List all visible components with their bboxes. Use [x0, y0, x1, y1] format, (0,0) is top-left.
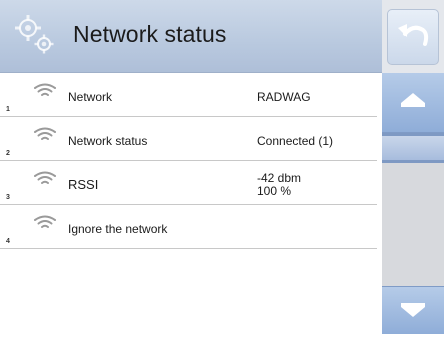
page-title: Network status: [73, 21, 227, 47]
scroll-down-icon: [382, 303, 444, 339]
list-item-rssi[interactable]: 3 RSSI -42 dbm 100 %: [0, 161, 377, 205]
row-value: -42 dbm 100 %: [257, 172, 301, 198]
list-item-ignore-network[interactable]: 4 Ignore the network: [0, 205, 377, 249]
undo-button[interactable]: [387, 9, 439, 65]
rssi-dbm-value: -42 dbm: [257, 171, 302, 185]
list-item-network-status[interactable]: 2 Network status Connected (1): [0, 117, 377, 161]
scroll-up-button[interactable]: [382, 73, 444, 133]
header-bar: Network status: [0, 0, 382, 73]
status-list: 1 Network RADWAG 2 Network status Connec…: [0, 73, 382, 249]
row-label: RSSI: [68, 177, 99, 192]
right-panel: [382, 0, 444, 334]
gear-icon: [10, 10, 62, 62]
row-label: Ignore the network: [68, 222, 168, 236]
list-item-network[interactable]: 1 Network RADWAG: [0, 73, 377, 117]
scroll-track[interactable]: [382, 163, 444, 286]
row-index: 4: [6, 238, 10, 245]
wifi-icon: [32, 82, 58, 100]
row-index: 3: [6, 194, 10, 201]
wifi-icon: [32, 126, 58, 144]
row-value: Connected (1): [257, 134, 334, 148]
wifi-icon: [32, 214, 58, 232]
scroll-down-button[interactable]: [382, 286, 444, 334]
row-index: 1: [6, 106, 10, 113]
rssi-percent-value: 100 %: [257, 184, 292, 198]
row-index: 2: [6, 150, 10, 157]
undo-icon: [388, 24, 438, 68]
scroll-thumb[interactable]: [382, 133, 444, 163]
row-label: Network: [68, 90, 113, 104]
wifi-icon: [32, 170, 58, 188]
scrollbar[interactable]: [382, 73, 444, 334]
row-label: Network status: [68, 134, 148, 148]
row-value: RADWAG: [257, 90, 311, 104]
